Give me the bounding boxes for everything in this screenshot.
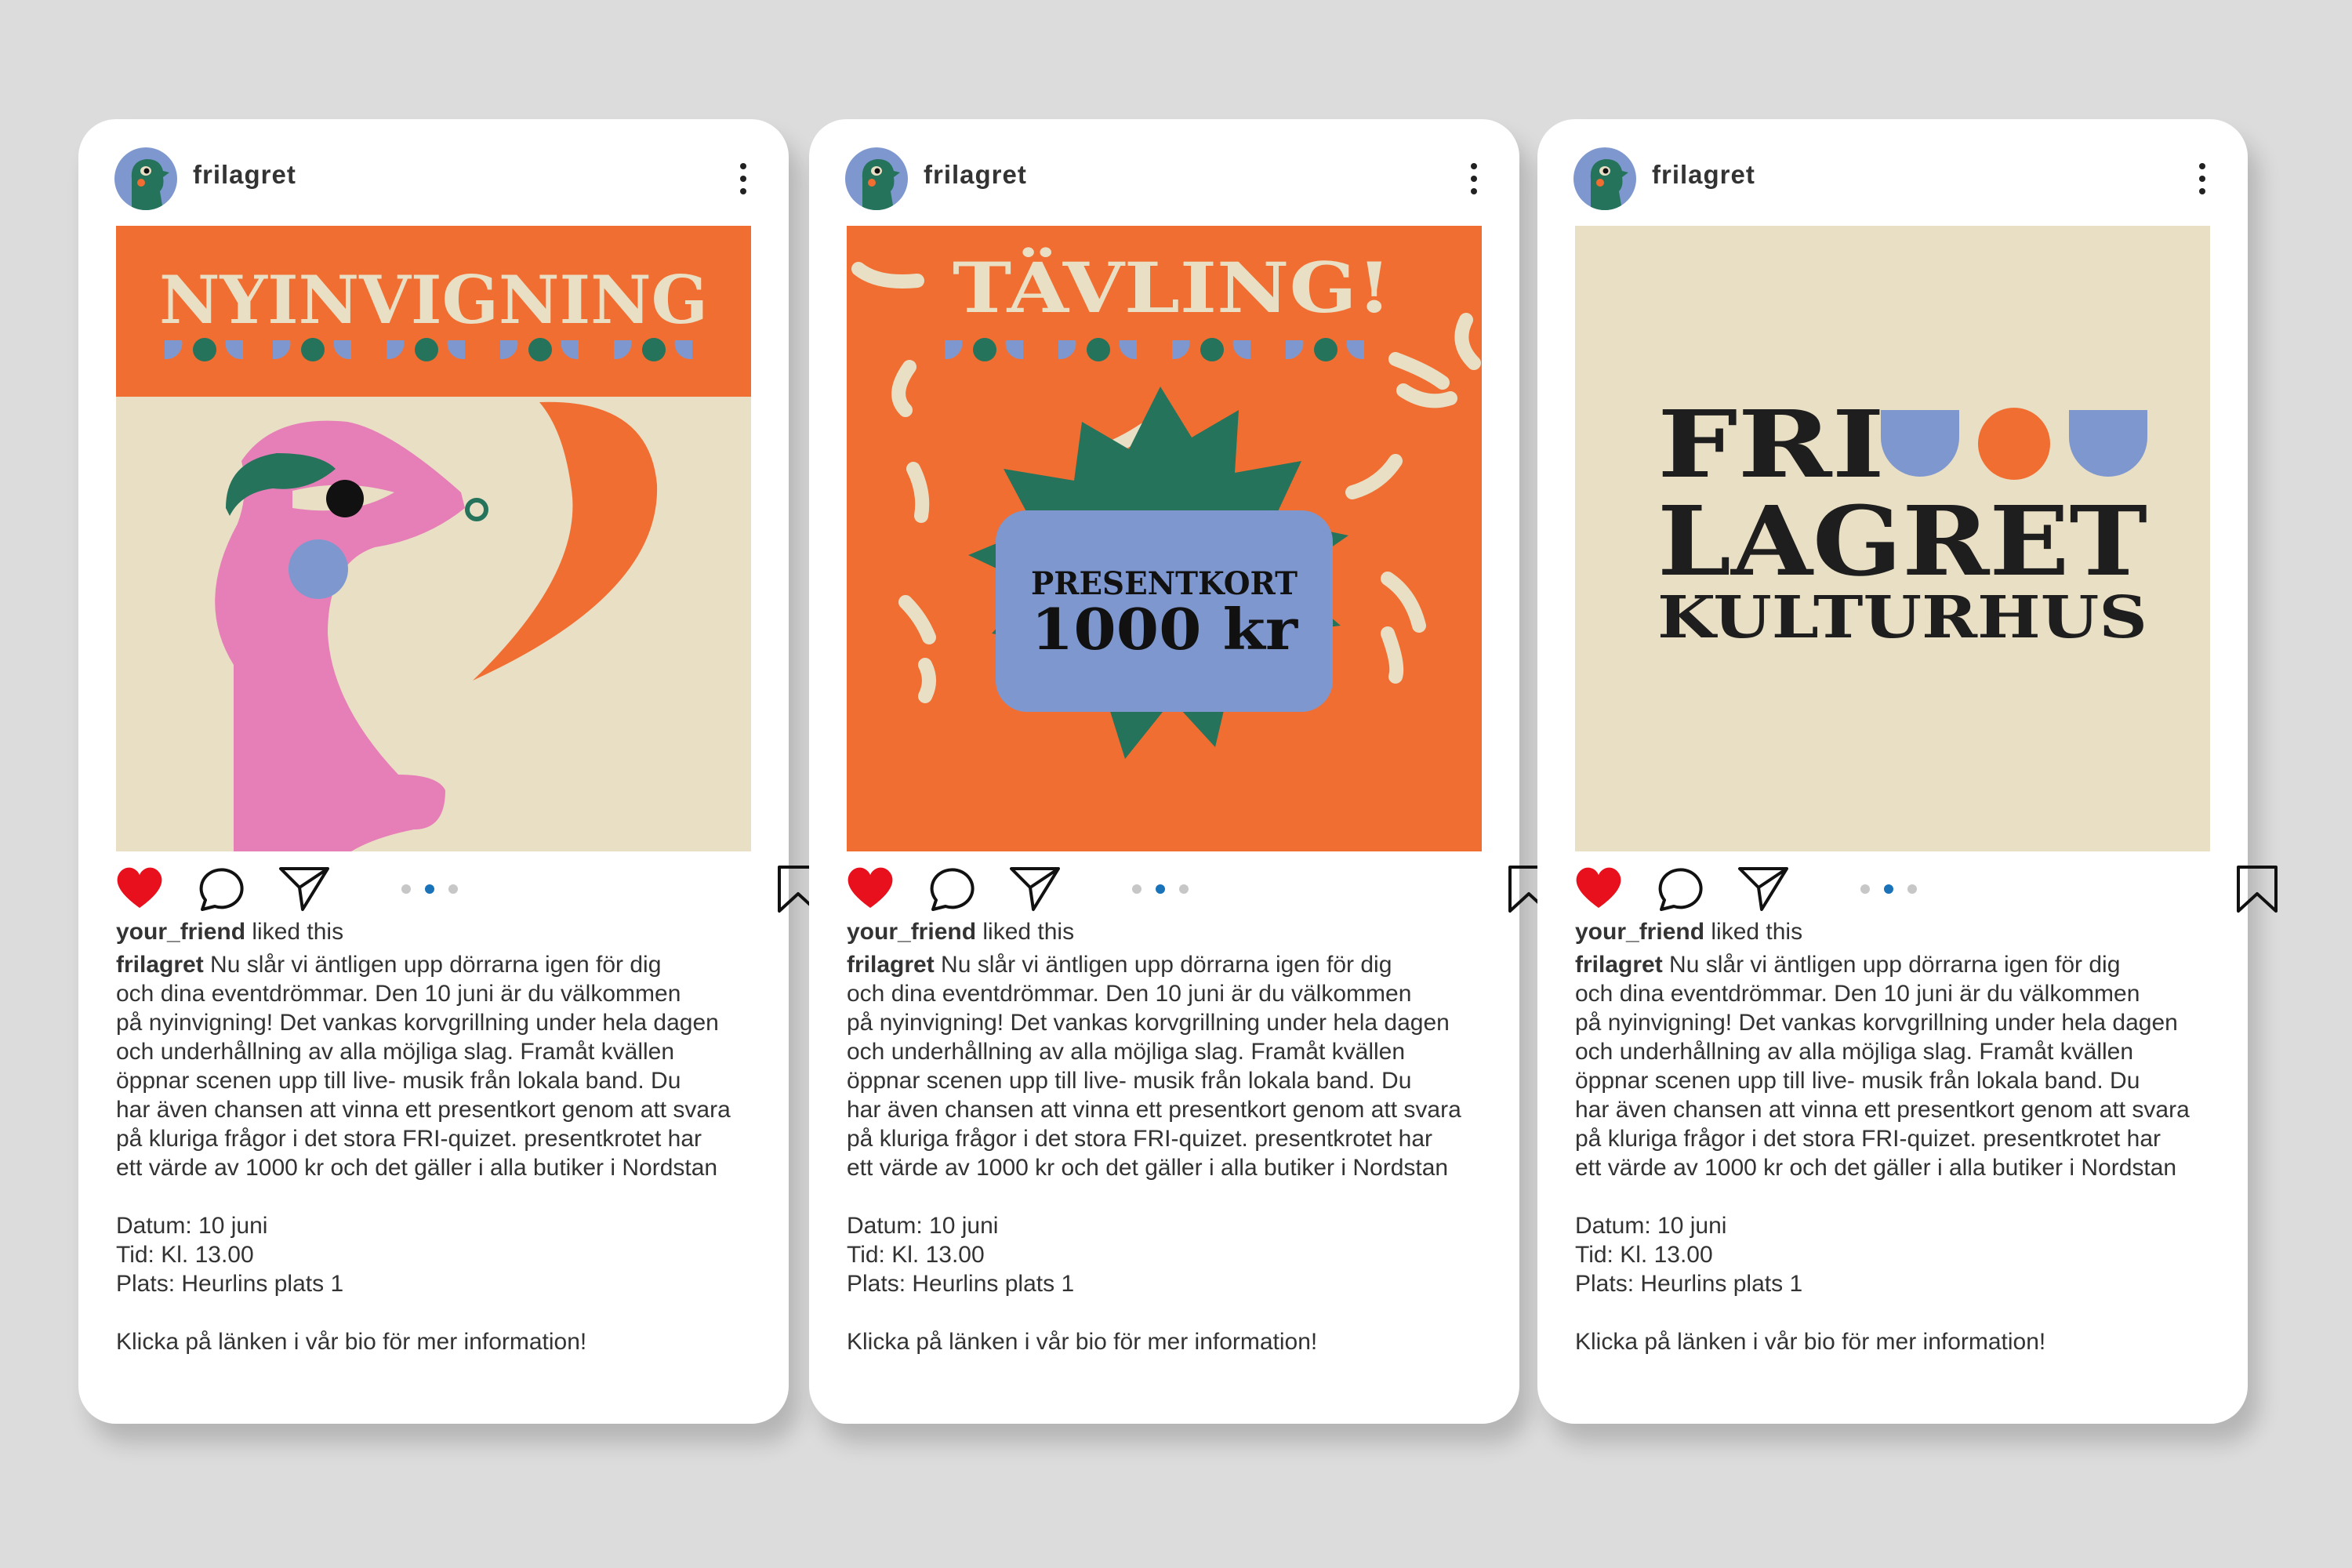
caption-author[interactable]: frilagret [116, 952, 204, 978]
caption-line: öppnar scenen upp till live- musik från … [1575, 1068, 2140, 1094]
caption: frilagret Nu slår vi äntligen upp dörrar… [116, 950, 782, 1356]
likes-line: your_friend liked this [1575, 919, 1802, 946]
post-card: frilagret NYINVIGNING your_friend liked … [78, 119, 818, 1424]
event-date: Datum: 10 juni [1575, 1213, 1727, 1239]
post-card: frilagret FRI LAGRET KULTURHUS your_frie… [1537, 119, 2278, 1424]
share-icon[interactable] [1008, 864, 1062, 913]
caption-line: ett värde av 1000 kr och det gäller i al… [116, 1155, 718, 1181]
liked-text: liked this [252, 919, 344, 945]
caption-line: på nyinvigning! Det vankas korvgrillning… [116, 1010, 719, 1036]
caption: frilagret Nu slår vi äntligen upp dörrar… [847, 950, 1513, 1356]
share-icon[interactable] [1737, 864, 1790, 913]
caption-cta: Klicka på länken i vår bio för mer infor… [1575, 1329, 2046, 1355]
post-header: frilagret [845, 147, 1483, 212]
event-place: Plats: Heurlins plats 1 [116, 1271, 344, 1297]
bookmark-icon[interactable] [2234, 864, 2281, 914]
more-icon[interactable] [1465, 155, 1483, 202]
heart-icon[interactable] [114, 864, 165, 911]
post-actions [1573, 864, 2278, 927]
caption-line: på kluriga frågor i det stora FRI-quizet… [116, 1126, 702, 1152]
caption-cta: Klicka på länken i vår bio för mer infor… [847, 1329, 1318, 1355]
post-header: frilagret [114, 147, 753, 212]
share-icon[interactable] [278, 864, 331, 913]
post-header: frilagret [1573, 147, 2212, 212]
post-actions [845, 864, 1549, 927]
event-place: Plats: Heurlins plats 1 [1575, 1271, 1803, 1297]
more-icon[interactable] [2193, 155, 2212, 202]
caption-line: och underhållning av alla möjliga slag. … [1575, 1039, 2134, 1065]
caption-line: och dina eventdrömmar. Den 10 juni är du… [1575, 981, 2140, 1007]
caption-line: Nu slår vi äntligen upp dörrarna igen fö… [210, 952, 662, 978]
caption-line: har även chansen att vinna ett presentko… [116, 1097, 731, 1123]
card-line-2: 1000 kr [1031, 596, 1298, 662]
logo-line-1: FRI [1657, 390, 1885, 499]
logo-line-3: KULTURHUS [1657, 584, 2147, 652]
caption: frilagret Nu slår vi äntligen upp dörrar… [1575, 950, 2241, 1356]
caption-author[interactable]: frilagret [847, 952, 935, 978]
liked-text: liked this [1711, 919, 1803, 945]
avatar[interactable] [1573, 147, 1636, 210]
liked-text: liked this [982, 919, 1075, 945]
caption-cta: Klicka på länken i vår bio för mer infor… [116, 1329, 587, 1355]
username[interactable]: frilagret [193, 160, 296, 190]
caption-author[interactable]: frilagret [1575, 952, 1663, 978]
comment-icon[interactable] [198, 864, 246, 911]
post-actions [114, 864, 818, 927]
event-place: Plats: Heurlins plats 1 [847, 1271, 1075, 1297]
carousel-indicator [1132, 884, 1189, 894]
caption-line: Nu slår vi äntligen upp dörrarna igen fö… [1669, 952, 2121, 978]
caption-line: och dina eventdrömmar. Den 10 juni är du… [116, 981, 681, 1007]
comment-icon[interactable] [1657, 864, 1705, 911]
username[interactable]: frilagret [1652, 160, 1755, 190]
carousel-indicator [1860, 884, 1917, 894]
event-time: Tid: Kl. 13.00 [116, 1242, 254, 1268]
event-time: Tid: Kl. 13.00 [847, 1242, 985, 1268]
comment-icon[interactable] [928, 864, 977, 911]
caption-line: har även chansen att vinna ett presentko… [847, 1097, 1461, 1123]
logo-line-2: LAGRET [1657, 485, 2147, 597]
more-icon[interactable] [734, 155, 753, 202]
post-card: frilagret TÄVLING! PRESENTKORT 1000 kr y… [809, 119, 1549, 1424]
event-date: Datum: 10 juni [847, 1213, 999, 1239]
caption-line: på nyinvigning! Det vankas korvgrillning… [847, 1010, 1450, 1036]
caption-line: och underhållning av alla möjliga slag. … [847, 1039, 1406, 1065]
avatar[interactable] [114, 147, 177, 210]
caption-line: på kluriga frågor i det stora FRI-quizet… [847, 1126, 1433, 1152]
caption-line: och dina eventdrömmar. Den 10 juni är du… [847, 981, 1412, 1007]
carousel-indicator [401, 884, 458, 894]
event-time: Tid: Kl. 13.00 [1575, 1242, 1713, 1268]
username[interactable]: frilagret [924, 160, 1027, 190]
liker-username[interactable]: your_friend [1575, 919, 1704, 945]
caption-line: Nu slår vi äntligen upp dörrarna igen fö… [941, 952, 1392, 978]
logo-shapes [1881, 408, 2147, 480]
avatar[interactable] [845, 147, 908, 210]
image-title: NYINVIGNING [159, 261, 708, 339]
heart-icon[interactable] [1573, 864, 1624, 911]
caption-line: på kluriga frågor i det stora FRI-quizet… [1575, 1126, 2161, 1152]
likes-line: your_friend liked this [847, 919, 1074, 946]
event-date: Datum: 10 juni [116, 1213, 268, 1239]
image-title: TÄVLING! [953, 247, 1392, 328]
caption-line: öppnar scenen upp till live- musik från … [116, 1068, 681, 1094]
liker-username[interactable]: your_friend [847, 919, 976, 945]
post-image[interactable]: NYINVIGNING [116, 226, 751, 851]
caption-line: öppnar scenen upp till live- musik från … [847, 1068, 1412, 1094]
liker-username[interactable]: your_friend [116, 919, 245, 945]
post-image[interactable]: TÄVLING! PRESENTKORT 1000 kr [847, 226, 1482, 851]
post-image[interactable]: FRI LAGRET KULTURHUS [1575, 226, 2210, 851]
caption-line: har även chansen att vinna ett presentko… [1575, 1097, 2190, 1123]
likes-line: your_friend liked this [116, 919, 343, 946]
caption-line: ett värde av 1000 kr och det gäller i al… [847, 1155, 1449, 1181]
heart-icon[interactable] [845, 864, 895, 911]
caption-line: på nyinvigning! Det vankas korvgrillning… [1575, 1010, 2178, 1036]
caption-line: och underhållning av alla möjliga slag. … [116, 1039, 675, 1065]
caption-line: ett värde av 1000 kr och det gäller i al… [1575, 1155, 2177, 1181]
